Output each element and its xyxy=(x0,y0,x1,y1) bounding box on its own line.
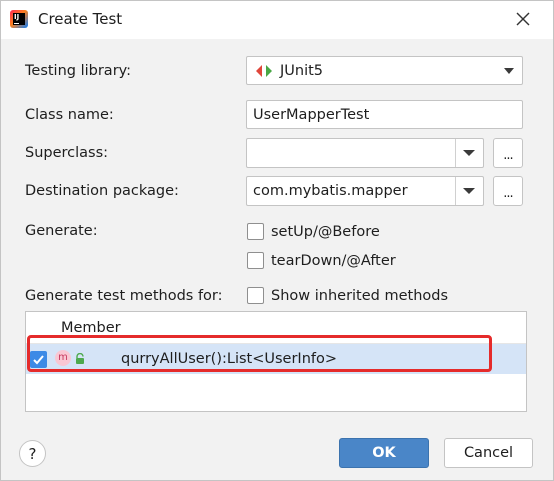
help-icon: ? xyxy=(28,445,37,463)
show-inherited-label[interactable]: Show inherited methods xyxy=(271,287,448,305)
cancel-button[interactable]: Cancel xyxy=(444,438,533,468)
class-name-label: Class name: xyxy=(25,107,114,123)
testing-library-dropdown[interactable]: JUnit5 xyxy=(246,56,523,85)
testing-library-value: JUnit5 xyxy=(280,63,324,79)
superclass-combo[interactable] xyxy=(246,138,484,168)
destination-package-value: com.mybatis.mapper xyxy=(253,183,408,199)
setup-before-checkbox[interactable] xyxy=(247,223,264,240)
create-test-dialog: IJ Create Test Testing library: JUnit5 C… xyxy=(0,0,554,481)
junit5-icon xyxy=(256,65,272,77)
class-name-value: UserMapperTest xyxy=(253,107,370,123)
ok-button[interactable]: OK xyxy=(339,438,429,468)
help-button[interactable]: ? xyxy=(19,440,46,467)
close-icon xyxy=(516,12,530,26)
chevron-down-icon xyxy=(504,68,514,74)
destination-package-combo[interactable]: com.mybatis.mapper xyxy=(246,176,484,206)
destination-package-browse-button[interactable]: ... xyxy=(493,176,523,206)
title-bar: IJ Create Test xyxy=(1,1,553,39)
intellij-idea-icon: IJ xyxy=(10,10,28,28)
destination-package-label: Destination package: xyxy=(25,183,179,199)
teardown-after-checkbox[interactable] xyxy=(247,252,264,269)
class-name-field[interactable]: UserMapperTest xyxy=(246,100,523,129)
generate-label: Generate: xyxy=(25,223,98,239)
browse-label: ... xyxy=(503,148,513,163)
test-methods-label: Generate test methods for: xyxy=(25,288,223,304)
superclass-browse-button[interactable]: ... xyxy=(493,138,523,168)
browse-label: ... xyxy=(503,186,513,201)
close-button[interactable] xyxy=(509,5,537,33)
teardown-after-label[interactable]: tearDown/@After xyxy=(271,252,396,270)
testing-library-label: Testing library: xyxy=(25,63,132,79)
show-inherited-checkbox[interactable] xyxy=(247,287,264,304)
superclass-label: Superclass: xyxy=(25,145,109,161)
dialog-title: Create Test xyxy=(38,10,123,28)
chevron-down-icon[interactable] xyxy=(463,188,475,194)
setup-before-label[interactable]: setUp/@Before xyxy=(271,223,380,241)
chevron-down-icon[interactable] xyxy=(463,150,475,156)
annotation-highlight-box xyxy=(27,335,492,372)
